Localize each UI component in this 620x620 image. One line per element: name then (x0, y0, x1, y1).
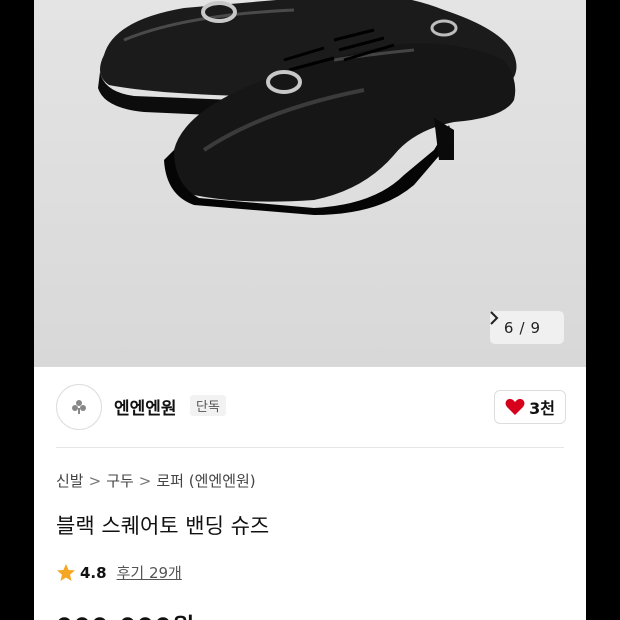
product-image[interactable]: 6 / 9 (34, 0, 586, 367)
rating-row: 4.8 후기 29개 (56, 562, 182, 583)
breadcrumb-item-dress-shoes[interactable]: 구두 (106, 470, 134, 491)
product-page: 6 / 9 엔엔엔원 단독 3천 신발 > 구두 > 로퍼 (엔엔엔원) 블랙 … (34, 0, 586, 620)
divider (56, 447, 564, 448)
product-price: 000,000원 (56, 607, 195, 620)
image-pager[interactable]: 6 / 9 (490, 311, 564, 344)
breadcrumb-item-shoes[interactable]: 신발 (56, 470, 84, 491)
pager-separator: / (519, 318, 525, 337)
breadcrumb: 신발 > 구두 > 로퍼 (엔엔엔원) (56, 470, 256, 491)
brand-row: 엔엔엔원 단독 3천 (34, 376, 586, 440)
star-icon (57, 563, 75, 581)
brand-name[interactable]: 엔엔엔원 (114, 394, 177, 419)
reviews-link[interactable]: 후기 29개 (117, 562, 182, 583)
rating-score: 4.8 (80, 563, 107, 582)
product-title: 블랙 스퀘어토 밴딩 슈즈 (56, 514, 270, 538)
pager-current: 6 (503, 318, 514, 337)
exclusive-badge: 단독 (190, 395, 226, 416)
brand-emblem-icon (72, 400, 86, 414)
pager-total: 9 (530, 318, 541, 337)
heart-icon (505, 398, 525, 415)
brand-logo[interactable] (56, 384, 102, 430)
breadcrumb-item-loafer[interactable]: 로퍼 (엔엔엔원) (156, 470, 255, 491)
chevron-right-icon: > (138, 471, 152, 490)
chevron-right-icon: > (88, 471, 102, 490)
like-button[interactable]: 3천 (494, 390, 566, 424)
like-count: 3천 (529, 399, 555, 418)
